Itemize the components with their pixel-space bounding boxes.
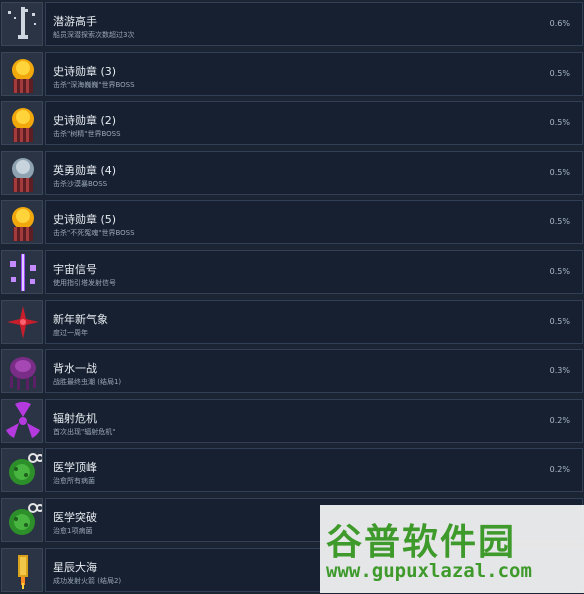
achievement-card: 英勇勋章 (4) 击杀沙漠暴BOSS 0.5% [45,150,583,195]
achievement-title: 新年新气象 [53,312,108,326]
achievement-row[interactable]: 史诗勋章 (5) 击杀"不死冤魂"世界BOSS 0.5% [0,200,584,246]
achievement-title: 英勇勋章 (4) [53,163,117,177]
achievement-row[interactable]: 背水一战战胜最终虫潮 (结局1) 0.3% [0,349,584,395]
achievement-card: 医学顶峰治愈所有病菌 0.2% [45,448,583,493]
new-year-star-icon [1,299,43,344]
achievement-title: 潜游高手 [53,15,97,28]
unlock-percentage: 0.5% [549,217,570,227]
achievement-description: 成功发射火箭 (结局2) [53,576,122,585]
achievement-row[interactable]: 辐射危机首次出现"辐射危机" 0.2% [0,398,584,445]
radiation-icon [1,398,43,443]
achievement-title: 史诗勋章 (5) [53,213,117,227]
achievement-description: 击杀"不死冤魂"世界BOSS [53,229,135,238]
epic-medal-icon [1,200,43,245]
achievement-description: 治愈1项病菌 [53,527,93,535]
achievement-card: 新年新气象度过一周年 0.5% [45,299,583,344]
achievement-card: 史诗勋章 (3) 击杀"深海巍巍"世界BOSS 0.5% [45,51,583,96]
achievement-row[interactable]: 宇宙信号使用指引塔发射信号 0.5% [0,250,584,296]
achievement-title: 史诗勋章 (2) [53,114,117,128]
achievement-title: 史诗勋章 (3) [53,64,117,78]
cosmic-signal-icon [1,250,43,294]
achievement-card: 潜游高手船员深潜探索次数超过3次 0.6% [45,2,583,46]
heroic-medal-icon [1,150,43,195]
epic-medal-icon [1,101,43,146]
achievement-description: 治愈所有病菌 [53,477,95,486]
achievement-title: 医学突破 [53,511,97,524]
achievement-title: 宇宙信号 [53,263,97,276]
achievement-row[interactable]: 新年新气象度过一周年 0.5% [0,299,584,346]
achievement-row[interactable]: 史诗勋章 (3) 击杀"深海巍巍"世界BOSS 0.5% [0,51,584,98]
unlock-percentage: 0.2% [549,465,570,475]
achievement-description: 度过一周年 [53,328,88,337]
achievement-title: 星辰大海 [53,560,97,574]
achievement-description: 船员深潜探索次数超过3次 [53,31,135,39]
achievement-row[interactable]: 潜游高手船员深潜探索次数超过3次 0.6% [0,2,584,48]
achievement-row[interactable]: 医学顶峰治愈所有病菌 0.2% [0,448,584,494]
unlock-percentage: 0.6% [549,19,570,28]
achievement-card: 背水一战战胜最终虫潮 (结局1) 0.3% [45,349,583,394]
unlock-percentage: 0.3% [549,366,570,376]
achievement-title: 医学顶峰 [53,461,97,475]
unlock-percentage: 0.5% [549,68,570,78]
achievement-description: 击杀"树精"世界BOSS [53,130,121,139]
unlock-percentage: 0.5% [549,316,570,326]
achievement-description: 使用指引塔发射信号 [53,279,116,287]
achievement-title: 背水一战 [53,362,97,376]
achievement-card: 史诗勋章 (2) 击杀"树精"世界BOSS 0.5% [45,101,583,146]
achievement-card: 宇宙信号使用指引塔发射信号 0.5% [45,250,583,294]
epic-medal-icon [1,51,43,96]
achievement-row[interactable]: 英勇勋章 (4) 击杀沙漠暴BOSS 0.5% [0,150,584,197]
achievement-description: 战胜最终虫潮 (结局1) [53,378,122,387]
diving-suit-icon [1,2,43,46]
achievement-card: 辐射危机首次出现"辐射危机" 0.2% [45,398,583,443]
achievement-description: 击杀沙漠暴BOSS [53,179,108,188]
watermark-name: 谷普软件园 [326,522,517,563]
unlock-percentage: 0.5% [549,167,570,177]
unlock-percentage: 0.2% [549,415,570,425]
achievement-description: 击杀"深海巍巍"世界BOSS [53,80,135,89]
achievement-card: 史诗勋章 (5) 击杀"不死冤魂"世界BOSS 0.5% [45,200,583,245]
unlock-percentage: 0.5% [549,118,570,128]
achievement-description: 首次出现"辐射危机" [53,427,116,436]
watermark-logo: 谷普软件园 www.gupuxlazal.com [320,505,584,593]
achievement-row[interactable]: 史诗勋章 (2) 击杀"树精"世界BOSS 0.5% [0,101,584,147]
watermark-url: www.gupuxlazal.com [326,560,532,582]
rocket-icon [1,547,43,592]
unlock-percentage: 0.5% [549,267,570,276]
germ-icon [1,448,43,493]
bug-swarm-icon [1,349,43,394]
achievement-title: 辐射危机 [53,411,97,425]
germ-icon [1,498,43,542]
